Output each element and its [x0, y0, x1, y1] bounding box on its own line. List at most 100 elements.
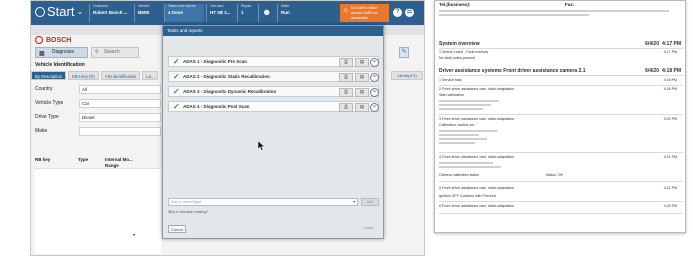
tab-by-description[interactable]: By Description	[31, 71, 66, 80]
divider	[439, 85, 683, 86]
print-icon[interactable]: ⎙	[339, 88, 353, 97]
divider	[439, 75, 683, 76]
state-cell[interactable]: State Run	[277, 4, 337, 22]
drive-type-label: Drive Type	[35, 114, 59, 120]
section-time: 4:17 PM	[662, 41, 681, 47]
divider	[439, 213, 683, 214]
remove-icon[interactable]: ×	[370, 58, 379, 67]
line-text: 4 Front driver assistance cam. static ad…	[439, 155, 515, 159]
report-line: Camera calibrated status Status: OK	[439, 173, 683, 177]
remove-icon[interactable]: ×	[370, 73, 379, 82]
remove-icon[interactable]: ×	[370, 103, 379, 112]
drive-type-select[interactable]: Diesel	[79, 113, 161, 122]
remove-icon[interactable]: ×	[370, 88, 379, 97]
state-label: State	[281, 4, 290, 8]
line-text: Ignition OFF Continue with Proceed	[439, 194, 496, 198]
tab-more[interactable]: La...	[142, 71, 159, 80]
vehicle-value: BMW	[138, 10, 150, 15]
vehicle-label: Vehicle	[138, 4, 150, 8]
divider	[439, 114, 683, 115]
job-card-label: Job card	[210, 4, 224, 8]
start-icon	[35, 7, 45, 17]
line-time: 4:21 PM	[663, 186, 677, 190]
dot-marker: •	[133, 233, 136, 239]
line-text: 1 Search result - Fault memory	[439, 50, 489, 54]
country-select[interactable]: All	[79, 85, 161, 94]
column-type[interactable]: Type	[78, 157, 88, 163]
report-line: Ignition OFF Continue with Proceed	[439, 194, 683, 198]
line-text: Start calibration	[439, 93, 464, 97]
checkmark-icon: ✓	[173, 87, 180, 96]
cancel-button[interactable]: Cancel	[168, 225, 186, 233]
document-icon[interactable]: ▤	[355, 88, 369, 97]
edit-icon[interactable]: ✎	[399, 47, 409, 58]
redacted-text	[439, 14, 589, 16]
bosch-label: BOSCH	[46, 36, 72, 44]
warning-text: No CoRe Online service DMS not accessibl…	[351, 6, 378, 20]
dialog-title: Tasks and reports	[163, 26, 383, 36]
line-text: Camera calibrated status	[439, 173, 479, 177]
report-line: Calibration carried out	[439, 123, 683, 127]
customer-cell[interactable]: Customer Robert Bosch ...	[89, 4, 133, 22]
redacted-text	[439, 130, 497, 132]
add-task-placeholder: Add or select type	[171, 200, 202, 204]
start-button[interactable]: Start ⌄	[35, 4, 83, 20]
missing-task-link[interactable]: Why is this task missing?	[168, 210, 208, 214]
line-text: 5 Front driver assistance cam. static ad…	[439, 186, 515, 190]
task-label: ADAS 2 - Diagnostic Static Recalibration	[183, 74, 270, 79]
tasks-label: Tasks and reports	[168, 4, 196, 8]
vehicle-type-select[interactable]: Car	[79, 99, 161, 108]
make-select[interactable]	[79, 127, 161, 136]
tab-vin-identification[interactable]: VIN identification	[100, 71, 141, 80]
task-row[interactable]: ✓ ADAS 1 - Diagnostic Pre Scan ⎙ ▤ ×	[168, 56, 379, 67]
report-line: 5 Front driver assistance cam. static ad…	[439, 186, 683, 190]
document-icon[interactable]: ▤	[355, 58, 369, 67]
task-row[interactable]: ✓ ADAS 4 - Diagnostic Post Scan ⎙ ▤ ×	[168, 101, 379, 112]
line-time: 4:25 PM	[663, 204, 677, 208]
vehicle-type-field: Vehicle Type Car	[35, 99, 161, 108]
menu-icon[interactable]: ☰	[405, 8, 414, 17]
bosch-logo-icon	[35, 36, 43, 44]
print-icon[interactable]: ⎙	[339, 58, 353, 67]
document-icon[interactable]: ▤	[355, 73, 369, 82]
help-icon[interactable]: ?	[393, 8, 402, 17]
diagnosis-tab[interactable]: ▩ Diagnosis	[35, 47, 88, 58]
line-text: 2 Front driver assistance cam. static ad…	[439, 87, 515, 91]
task-row[interactable]: ✓ ADAS 2 - Diagnostic Static Recalibrati…	[168, 71, 379, 82]
section-date: 6/4/20	[645, 41, 659, 47]
search-label: Search	[104, 49, 120, 55]
report-line: 6 Front driver assistance cam. static ad…	[439, 204, 683, 208]
line-text: No fault codes present	[439, 56, 475, 60]
redacted-text	[439, 104, 491, 106]
line-text: Calibration carried out	[439, 123, 475, 127]
document-icon[interactable]: ▤	[355, 103, 369, 112]
add-task-select[interactable]: Add or select type ▾	[168, 198, 358, 206]
line-time: 4:21 PM	[663, 155, 677, 159]
section-title: System overview	[439, 41, 480, 47]
redacted-text	[439, 108, 483, 110]
user-icon[interactable]: ☻	[258, 4, 276, 22]
divider	[439, 48, 683, 49]
job-card-cell[interactable]: Job card HT 0B 2...	[206, 4, 236, 22]
tab-kba-key[interactable]: KBA key (D)	[68, 71, 99, 80]
vehicle-cell[interactable]: Vehicle BMW	[134, 4, 162, 22]
identify-button[interactable]: Identify(F3)	[391, 71, 423, 80]
task-row[interactable]: ✓ ADAS 3 - Diagnostic Dynamic Recalibrat…	[168, 86, 379, 97]
search-icon: ⚲	[95, 49, 99, 55]
search-tab[interactable]: ⚲ Search	[91, 47, 139, 58]
warning-banner[interactable]: ⚠ No CoRe Online service DMS not accessi…	[340, 4, 389, 22]
column-rb-key[interactable]: RB key	[35, 157, 50, 163]
report-document: Tel.(business): Fax: System overview 6/4…	[434, 0, 686, 233]
print-icon[interactable]: ⎙	[339, 73, 353, 82]
repair-cell[interactable]: Repair 1	[237, 4, 257, 22]
start-label: Start	[47, 4, 75, 19]
add-button[interactable]: Add	[361, 198, 379, 206]
line-text: 3 Front driver assistance cam. static ad…	[439, 117, 515, 121]
print-icon[interactable]: ⎙	[339, 103, 353, 112]
tasks-reports-cell[interactable]: Tasks and reports 4 Done	[164, 4, 204, 22]
report-line: 3 Front driver assistance cam. static ad…	[439, 117, 683, 121]
close-button[interactable]: Close	[363, 225, 373, 230]
redacted-text	[439, 10, 669, 12]
redacted-text	[439, 142, 475, 144]
checkmark-icon: ✓	[173, 57, 180, 66]
